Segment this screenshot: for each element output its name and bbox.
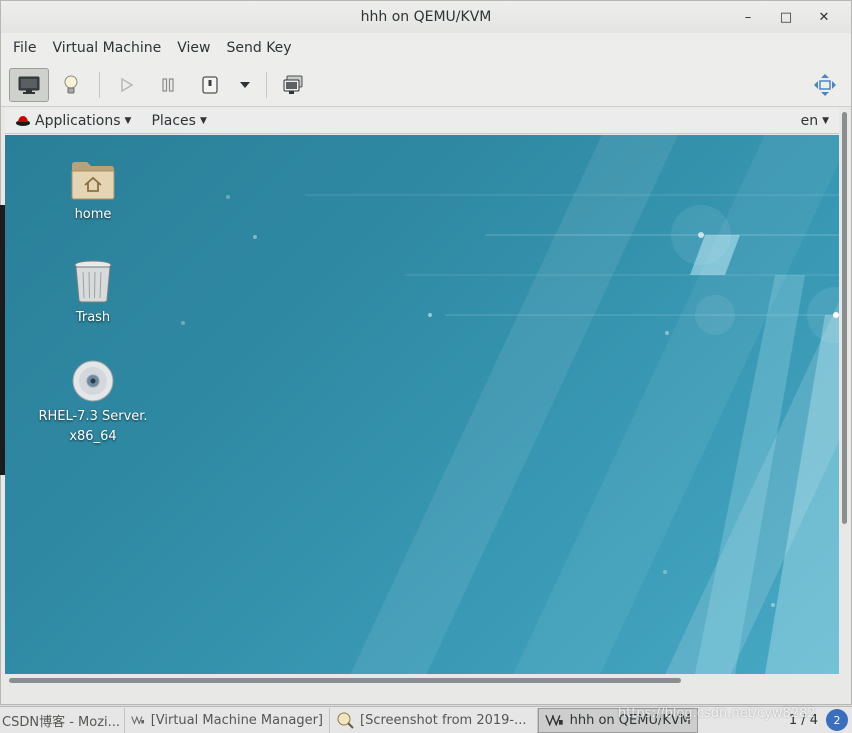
input-language-indicator[interactable]: en ▼ bbox=[791, 113, 839, 129]
dropdown-icon bbox=[240, 81, 250, 88]
gnome-top-panel: Applications ▼ Places ▼ en ▼ bbox=[5, 108, 839, 134]
monitor-icon bbox=[18, 76, 40, 94]
taskbar-item-screenshot[interactable]: [Screenshot from 2019-... bbox=[330, 707, 538, 733]
trash-icon bbox=[74, 260, 112, 303]
toolbar bbox=[1, 63, 851, 107]
desktop-icon-rhel-disc[interactable]: RHEL-7.3 Server. x86_64 bbox=[23, 359, 163, 447]
menu-bar: File Virtual Machine View Send Key bbox=[1, 33, 851, 63]
fullscreen-button[interactable] bbox=[805, 68, 845, 102]
vertical-scrollbar[interactable] bbox=[840, 108, 848, 674]
window-controls: – □ ✕ bbox=[729, 1, 843, 33]
minimize-icon: – bbox=[744, 9, 752, 25]
power-icon bbox=[202, 75, 218, 94]
shutdown-menu-button[interactable] bbox=[232, 68, 258, 102]
taskbar: CSDN博客 - Mozi... [Virtual Machine Manage… bbox=[0, 706, 852, 733]
shutdown-button[interactable] bbox=[190, 68, 230, 102]
pause-icon bbox=[162, 77, 174, 92]
guest-display[interactable]: Applications ▼ Places ▼ en ▼ home Trash … bbox=[5, 108, 839, 674]
taskbar-item-firefox[interactable]: CSDN博客 - Mozi... bbox=[0, 707, 125, 733]
applications-menu[interactable]: Applications ▼ bbox=[5, 113, 141, 129]
taskbar-item-label: CSDN博客 - Mozi... bbox=[2, 714, 121, 730]
virt-manager-icon bbox=[545, 715, 563, 726]
desktop-icon-label: RHEL-7.3 Server. x86_64 bbox=[38, 409, 148, 444]
taskbar-item-label: [Screenshot from 2019-... bbox=[360, 712, 527, 728]
desktop-wallpaper[interactable]: home Trash RHEL-7.3 Server. x86_64 bbox=[5, 135, 839, 674]
title-bar[interactable]: hhh on QEMU/KVM – □ ✕ bbox=[1, 1, 851, 33]
screenshot-icon bbox=[283, 75, 303, 94]
workspace-badge[interactable]: 2 bbox=[826, 709, 848, 731]
horizontal-scrollbar-thumb[interactable] bbox=[9, 678, 681, 683]
snapshots-button[interactable] bbox=[273, 68, 313, 102]
menu-virtual-machine[interactable]: Virtual Machine bbox=[44, 40, 169, 56]
taskbar-item-vm-console[interactable]: hhh on QEMU/KVM bbox=[538, 707, 698, 733]
maximize-button[interactable]: □ bbox=[767, 1, 805, 33]
desktop-icon-label: home bbox=[74, 207, 112, 222]
redhat-logo-icon bbox=[16, 115, 30, 126]
taskbar-item-label: [Virtual Machine Manager] bbox=[150, 712, 323, 728]
close-button[interactable]: ✕ bbox=[805, 1, 843, 33]
virt-manager-icon bbox=[131, 716, 145, 725]
chevron-down-icon: ▼ bbox=[124, 115, 132, 126]
close-icon: ✕ bbox=[818, 9, 830, 25]
toolbar-separator bbox=[99, 71, 100, 98]
chevron-down-icon: ▼ bbox=[199, 115, 207, 126]
applications-label: Applications bbox=[35, 112, 121, 129]
maximize-icon: □ bbox=[779, 9, 793, 25]
minimize-button[interactable]: – bbox=[729, 1, 767, 33]
show-console-button[interactable] bbox=[9, 67, 49, 102]
places-label: Places bbox=[151, 112, 196, 129]
vertical-scrollbar-thumb[interactable] bbox=[842, 112, 847, 524]
desktop-icon-home[interactable]: home bbox=[23, 157, 163, 225]
taskbar-item-label: hhh on QEMU/KVM bbox=[569, 712, 691, 728]
home-folder-icon bbox=[71, 162, 115, 200]
horizontal-scrollbar[interactable] bbox=[5, 675, 839, 687]
disc-icon bbox=[72, 360, 114, 402]
taskbar-item-virt-manager[interactable]: [Virtual Machine Manager] bbox=[125, 707, 330, 733]
workspace-pager[interactable]: 1 / 4 bbox=[781, 713, 826, 728]
toolbar-separator bbox=[266, 71, 267, 98]
fullscreen-icon bbox=[814, 73, 836, 96]
desktop-icon-label: Trash bbox=[75, 310, 111, 325]
menu-file[interactable]: File bbox=[5, 40, 44, 56]
language-label: en bbox=[800, 112, 819, 129]
window-title: hhh on QEMU/KVM bbox=[360, 9, 492, 25]
show-details-button[interactable] bbox=[51, 68, 91, 102]
pause-button[interactable] bbox=[148, 68, 188, 102]
lightbulb-icon bbox=[64, 75, 78, 93]
chevron-down-icon: ▼ bbox=[822, 115, 829, 126]
play-icon bbox=[121, 77, 134, 92]
desktop-icon-trash[interactable]: Trash bbox=[23, 258, 163, 328]
screenshot-app-icon bbox=[337, 712, 354, 729]
menu-view[interactable]: View bbox=[169, 40, 218, 56]
places-menu[interactable]: Places ▼ bbox=[141, 113, 216, 129]
run-button[interactable] bbox=[106, 68, 146, 102]
menu-send-key[interactable]: Send Key bbox=[218, 40, 299, 56]
